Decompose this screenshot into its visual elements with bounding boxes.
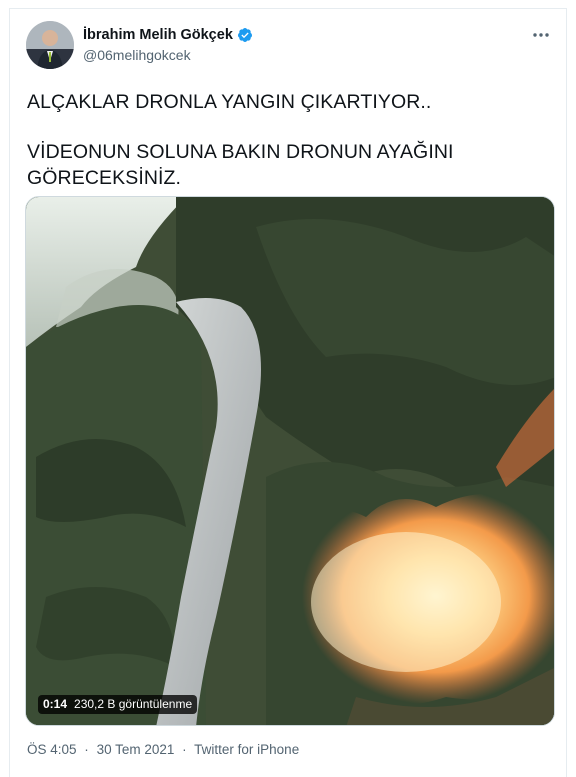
video-info-badge: 0:14 230,2 B görüntülenme xyxy=(38,695,198,714)
video-duration: 0:14 xyxy=(43,697,68,711)
video-player[interactable]: 0:14 230,2 B görüntülenme xyxy=(25,196,555,726)
tweet-card[interactable]: İbrahim Melih Gökçek @06melihgokcek ALÇA… xyxy=(9,8,567,777)
display-name[interactable]: İbrahim Melih Gökçek xyxy=(83,27,233,43)
avatar[interactable] xyxy=(26,21,74,69)
tweet-date[interactable]: 30 Tem 2021 xyxy=(97,742,175,757)
tweet-header: İbrahim Melih Gökçek @06melihgokcek xyxy=(26,21,554,69)
tweet-line: GÖRECEKSİNİZ. xyxy=(27,167,182,189)
handle[interactable]: @06melihgokcek xyxy=(83,47,253,63)
more-horizontal-icon[interactable] xyxy=(530,27,552,43)
tweet-source[interactable]: Twitter for iPhone xyxy=(194,742,299,757)
author-names: İbrahim Melih Gökçek @06melihgokcek xyxy=(83,26,253,63)
tweet-time[interactable]: ÖS 4:05 xyxy=(27,742,77,757)
meta-separator: · xyxy=(84,742,89,757)
tweet-line: ALÇAKLAR DRONLA YANGIN ÇIKARTIYOR.. xyxy=(27,91,432,113)
tweet-text: ALÇAKLAR DRONLA YANGIN ÇIKARTIYOR.. VİDE… xyxy=(27,89,547,191)
meta-separator: · xyxy=(182,742,187,757)
tweet-meta: ÖS 4:05 · 30 Tem 2021 · Twitter for iPho… xyxy=(27,742,303,757)
video-frame xyxy=(26,197,554,725)
video-views: 230,2 B görüntülenme xyxy=(74,697,193,711)
verified-badge-icon xyxy=(237,27,253,43)
tweet-line: VİDEONUN SOLUNA BAKIN DRONUN AYAĞINI xyxy=(27,141,454,163)
